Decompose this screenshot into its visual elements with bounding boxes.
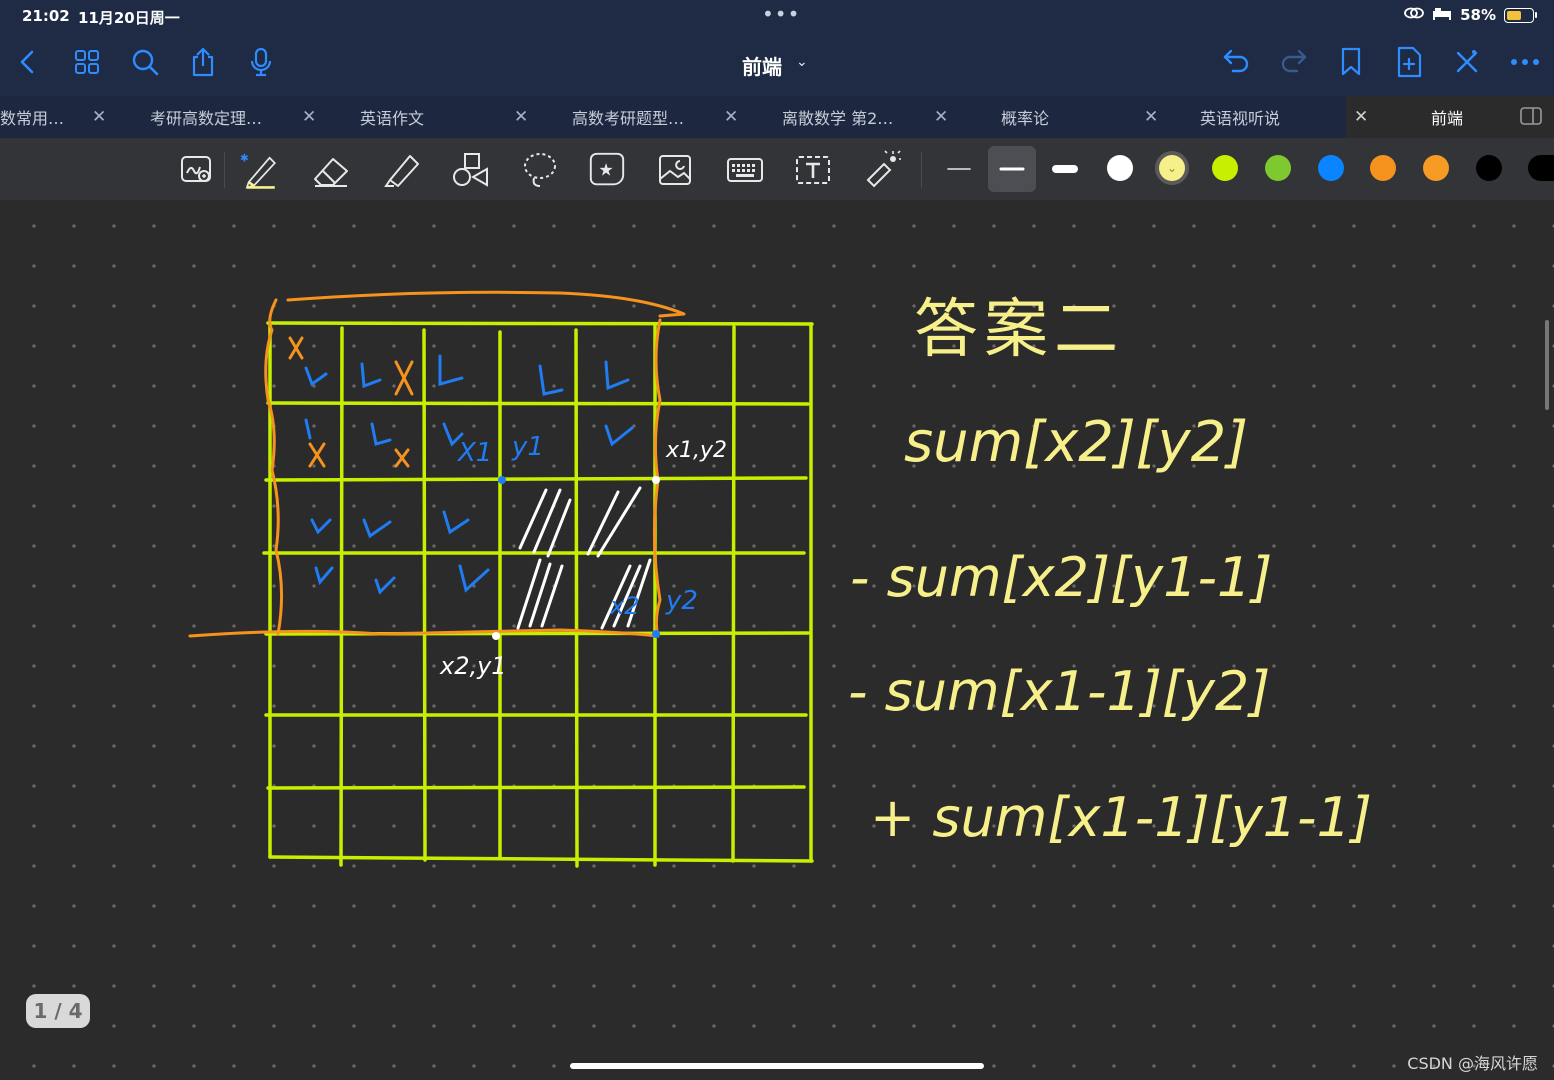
zoom-window-icon[interactable] <box>177 150 217 190</box>
pen-icon[interactable]: ✱ <box>240 150 280 190</box>
label-y2: y2 <box>666 586 698 616</box>
close-icon[interactable]: ✕ <box>92 107 106 127</box>
color-swatch[interactable]: ⌄ <box>1159 155 1185 181</box>
color-swatch[interactable] <box>1212 155 1238 181</box>
formula-line-3: - sum[x1-1][y2] <box>848 660 1271 723</box>
close-icon[interactable]: ✕ <box>724 107 738 127</box>
svg-text:✱: ✱ <box>240 152 249 164</box>
tab-0[interactable]: 数常用… <box>0 96 86 138</box>
color-swatch[interactable] <box>1107 155 1133 181</box>
close-icon[interactable]: ✕ <box>1144 107 1158 127</box>
color-swatch[interactable] <box>1370 155 1396 181</box>
bookmark-icon[interactable] <box>1335 46 1367 78</box>
label-x1: X1 <box>458 438 493 468</box>
stroke-thin[interactable] <box>935 146 983 192</box>
formula-line-2: - sum[x2][y1-1] <box>850 546 1273 609</box>
undo-icon[interactable] <box>1220 46 1252 78</box>
share-icon[interactable] <box>187 46 219 78</box>
tab-label: 英语视听说 <box>1200 109 1281 128</box>
eraser-icon[interactable] <box>311 150 351 190</box>
home-indicator[interactable] <box>570 1063 984 1069</box>
keyboard-icon[interactable] <box>725 150 765 190</box>
more-icon[interactable] <box>1509 46 1541 78</box>
laser-pointer-icon[interactable] <box>862 150 902 190</box>
battery-icon <box>1504 7 1537 23</box>
note-canvas[interactable]: X1 y1 x1,y2 x2 y2 x2,y1 答案二 sum[x2][y2] … <box>0 200 1554 1080</box>
color-swatch[interactable] <box>1423 155 1449 181</box>
battery-percent: 58% <box>1460 6 1496 24</box>
search-icon[interactable] <box>129 46 161 78</box>
tab-4[interactable]: ✕ 离散数学 第2… <box>716 96 926 138</box>
mic-icon[interactable] <box>245 46 277 78</box>
color-swatch[interactable] <box>1476 155 1502 181</box>
drawing-toolbar: ✱ ★ ⌄ <box>0 138 1554 200</box>
tab-6[interactable]: ✕ 英语视听说 <box>1136 96 1346 138</box>
split-view-icon[interactable] <box>1520 107 1542 129</box>
multitask-dots-icon[interactable]: ••• <box>762 2 800 26</box>
stroke-medium-selected[interactable] <box>988 146 1036 192</box>
label-x2: x2 <box>610 592 640 620</box>
highlighter-icon[interactable] <box>382 150 422 190</box>
add-page-icon[interactable] <box>1393 46 1425 78</box>
tab-label: 离散数学 第2… <box>782 109 894 128</box>
grid-icon[interactable] <box>71 46 103 78</box>
scrollbar-thumb[interactable] <box>1545 320 1549 410</box>
shapes-icon[interactable] <box>451 150 491 190</box>
page-indicator[interactable]: 1 / 4 <box>26 994 90 1028</box>
image-icon[interactable] <box>656 150 696 190</box>
tab-label: 考研高数定理… <box>150 109 263 128</box>
close-icon[interactable]: ✕ <box>514 107 528 127</box>
tab-7[interactable]: ✕ 前端 <box>1346 96 1554 138</box>
status-right: 58% <box>1404 6 1537 24</box>
text-icon[interactable] <box>793 150 833 190</box>
watermark: CSDN @海风许愿 <box>1407 1054 1538 1073</box>
blue-checkmarks <box>304 354 634 595</box>
close-icon[interactable]: ✕ <box>1354 107 1368 127</box>
label-x1-y2: x1,y2 <box>666 438 728 463</box>
status-time: 21:02 <box>22 7 70 25</box>
sticker-icon[interactable]: ★ <box>587 150 627 190</box>
status-bar: 21:02 11月20日周一 ••• 58% <box>0 0 1554 32</box>
ink-drawing <box>188 290 814 868</box>
top-nav-bar: 前端 ⌄ <box>0 32 1554 96</box>
tab-label: 英语作文 <box>360 109 425 128</box>
status-date: 11月20日周一 <box>78 9 180 27</box>
tab-label: 高数考研题型… <box>572 109 685 128</box>
color-swatch[interactable] <box>1265 155 1291 181</box>
bed-icon <box>1432 6 1452 24</box>
close-icon[interactable]: ✕ <box>934 107 948 127</box>
close-cross-icon[interactable] <box>1451 46 1483 78</box>
orange-region <box>188 290 686 638</box>
redo-icon[interactable] <box>1278 46 1310 78</box>
tab-label: 前端 <box>1431 109 1464 128</box>
tab-1[interactable]: ✕ 考研高数定理… <box>86 96 296 138</box>
back-icon[interactable] <box>12 46 44 78</box>
label-x2-y1: x2,y1 <box>440 652 507 680</box>
svg-text:★: ★ <box>598 161 613 181</box>
document-tabs: 数常用… ✕ 考研高数定理… ✕ 英语作文 ✕ 高数考研题型… ✕ 离散数学 第… <box>0 96 1554 138</box>
tab-5[interactable]: ✕ 概率论 <box>926 96 1136 138</box>
close-icon[interactable]: ✕ <box>302 107 316 127</box>
tab-label: 数常用… <box>0 109 65 128</box>
formula-line-4: + sum[x1-1][y1-1] <box>870 786 1372 849</box>
tab-2[interactable]: ✕ 英语作文 <box>296 96 506 138</box>
link-icon <box>1404 6 1424 24</box>
stroke-thick[interactable] <box>1041 146 1089 192</box>
color-swatch-partial[interactable] <box>1528 155 1554 181</box>
lasso-icon[interactable] <box>520 150 560 190</box>
label-y1: y1 <box>512 432 544 462</box>
tab-3[interactable]: ✕ 高数考研题型… <box>506 96 716 138</box>
page-title[interactable]: 前端 <box>742 51 782 80</box>
answer-heading: 答案二 <box>914 293 1124 367</box>
color-swatch[interactable] <box>1318 155 1344 181</box>
chevron-down-icon[interactable]: ⌄ <box>796 54 808 70</box>
tab-label: 概率论 <box>1001 109 1050 128</box>
formula-line-1: sum[x2][y2] <box>904 410 1249 475</box>
green-grid <box>262 321 814 868</box>
